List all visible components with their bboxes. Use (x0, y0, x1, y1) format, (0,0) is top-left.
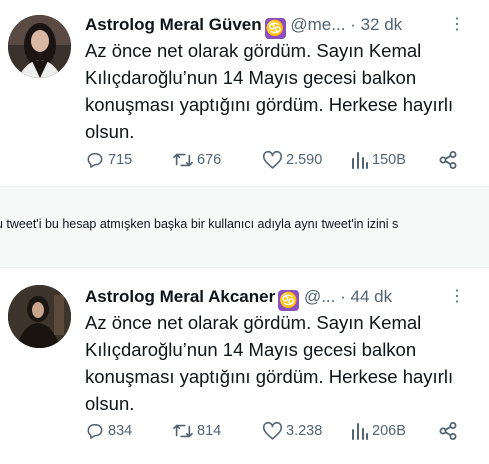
views-button[interactable]: 150B (351, 150, 406, 170)
tweet-text: Az önce net olarak gördüm. Sayın Kemal K… (85, 40, 454, 142)
tweet-header: Astrolog Meral Güven ♋ @me... · 32 dk (85, 14, 402, 39)
caption-band: u tweet'i bu hesap atmışken başka bir ku… (0, 186, 489, 268)
tweet-actions: 834 814 3.238 206B (85, 421, 465, 445)
caption-text: u tweet'i bu hesap atmışken başka bir ku… (0, 217, 399, 231)
tweet-header: Astrolog Meral Akcaner ♋ @... · 44 dk (85, 286, 392, 311)
reply-count: 834 (108, 423, 133, 439)
like-button[interactable]: 3.238 (262, 421, 322, 441)
retweet-button[interactable]: 676 (172, 150, 221, 170)
tweet-card[interactable]: Astrolog Meral Akcaner ♋ @... · 44 dk ⋮ A… (0, 268, 489, 464)
reply-icon (87, 424, 103, 439)
views-count: 206B (372, 423, 406, 439)
tweet-actions: 715 676 2.590 150B (85, 150, 465, 174)
timestamp[interactable]: 44 dk (351, 287, 393, 306)
reply-icon (87, 153, 103, 168)
tweet-card[interactable]: Astrolog Meral Güven ♋ @me... · 32 dk ⋮ A… (0, 0, 489, 186)
separator-dot: · (340, 287, 346, 306)
retweet-icon (173, 153, 193, 167)
retweet-icon (173, 424, 193, 438)
like-button[interactable]: 2.590 (262, 150, 322, 170)
like-count: 2.590 (286, 152, 323, 168)
display-name[interactable]: Astrolog Meral Akcaner (85, 287, 275, 306)
user-handle[interactable]: @me... (290, 15, 345, 34)
user-handle[interactable]: @... (304, 287, 335, 306)
tweet-text: Az önce net olarak gördüm. Sayın Kemal K… (85, 312, 454, 414)
retweet-count: 814 (197, 423, 222, 439)
reply-button[interactable]: 834 (85, 421, 132, 441)
retweet-button[interactable]: 814 (172, 421, 221, 441)
views-icon (352, 152, 368, 169)
like-icon (262, 150, 283, 169)
avatar[interactable] (8, 15, 71, 78)
zodiac-cancer-icon: ♋ (278, 290, 300, 311)
more-icon[interactable]: ⋮ (449, 14, 465, 34)
display-name[interactable]: Astrolog Meral Güven (85, 15, 262, 34)
retweet-count: 676 (197, 152, 222, 168)
timestamp[interactable]: 32 dk (361, 15, 403, 34)
separator-dot: · (350, 15, 356, 34)
like-count: 3.238 (286, 423, 323, 439)
share-icon (439, 422, 457, 440)
reply-count: 715 (108, 152, 133, 168)
share-icon (439, 151, 457, 169)
share-button[interactable] (438, 150, 461, 170)
reply-button[interactable]: 715 (85, 150, 132, 170)
like-icon (262, 421, 283, 440)
views-icon (352, 423, 368, 440)
views-button[interactable]: 206B (351, 421, 406, 441)
zodiac-cancer-icon: ♋ (264, 18, 286, 39)
views-count: 150B (372, 152, 406, 168)
share-button[interactable] (438, 421, 461, 441)
more-icon[interactable]: ⋮ (449, 286, 465, 306)
avatar[interactable] (8, 285, 71, 348)
